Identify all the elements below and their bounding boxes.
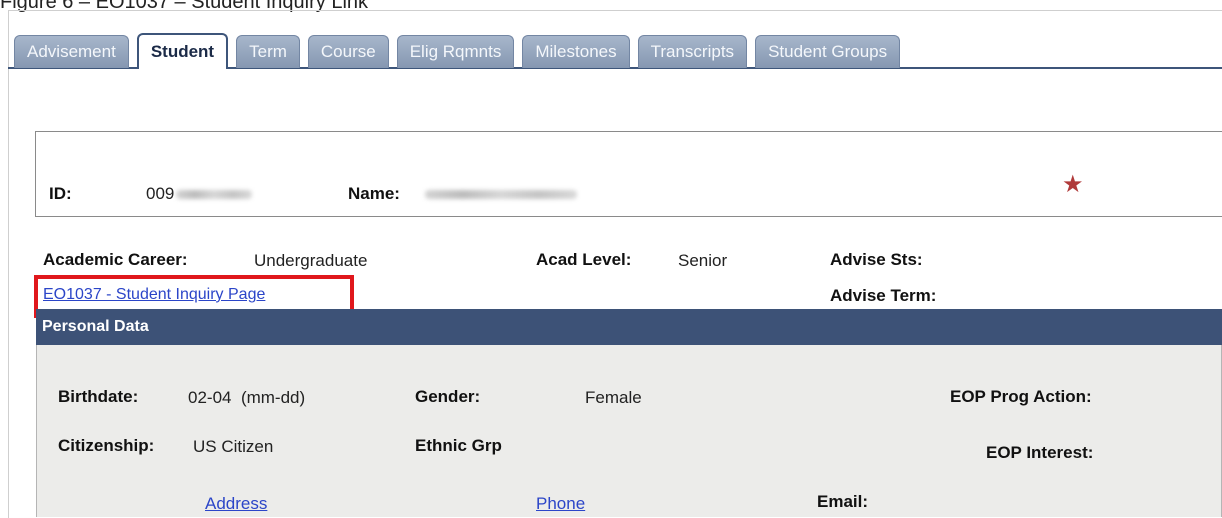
- advise-term-label: Advise Term:: [830, 286, 937, 305]
- tab-term[interactable]: Term: [236, 35, 300, 68]
- tab-advisement[interactable]: Advisement: [14, 35, 129, 68]
- student-id-box: [35, 131, 1222, 217]
- id-prefix: 009: [146, 184, 175, 203]
- tab-strip: Advisement Student Term Course Elig Rqmnts Mi…: [14, 33, 908, 68]
- name-redacted: [425, 190, 577, 200]
- citizenship-value: US Citizen: [193, 437, 274, 456]
- citizenship-label: Citizenship:: [58, 436, 155, 455]
- birthdate-date: 02-04: [188, 388, 232, 407]
- address-link[interactable]: Address: [205, 494, 267, 514]
- tab-transcripts[interactable]: Transcripts: [637, 35, 748, 68]
- tab-student-groups[interactable]: Student Groups: [755, 35, 901, 68]
- advise-sts-label: Advise Sts:: [830, 250, 923, 269]
- phone-link[interactable]: Phone: [536, 494, 585, 514]
- birthdate-label: Birthdate:: [58, 387, 139, 406]
- email-label: Email:: [817, 492, 869, 511]
- tab-course[interactable]: Course: [307, 35, 389, 68]
- id-value: 009: [146, 184, 253, 204]
- birthdate-value: 02-04 (mm-dd): [188, 388, 305, 408]
- name-label: Name:: [348, 184, 400, 203]
- acad-level-label: Acad Level:: [536, 250, 632, 269]
- eop-interest-label: EOP Interest:: [986, 443, 1094, 462]
- id-redacted: [176, 190, 253, 200]
- tab-student[interactable]: Student: [136, 33, 229, 68]
- personal-data-header: Personal Data: [36, 309, 1222, 345]
- academic-career-label: Academic Career:: [43, 250, 188, 269]
- name-value: [425, 184, 577, 204]
- acad-level-value: Senior: [678, 251, 728, 270]
- gender-value: Female: [585, 388, 642, 407]
- personal-data-panel: [36, 345, 1222, 517]
- eop-prog-action-label: EOP Prog Action:: [950, 387, 1092, 406]
- ethnic-grp-label: Ethnic Grp: [415, 436, 502, 455]
- star-icon[interactable]: ★: [1062, 170, 1084, 199]
- id-label: ID:: [49, 184, 72, 203]
- tab-milestones[interactable]: Milestones: [522, 35, 630, 68]
- birthdate-format: (mm-dd): [240, 388, 306, 407]
- tab-elig-rqmnts[interactable]: Elig Rqmnts: [396, 35, 515, 68]
- academic-career-value: Undergraduate: [254, 251, 368, 270]
- gender-label: Gender:: [415, 387, 481, 406]
